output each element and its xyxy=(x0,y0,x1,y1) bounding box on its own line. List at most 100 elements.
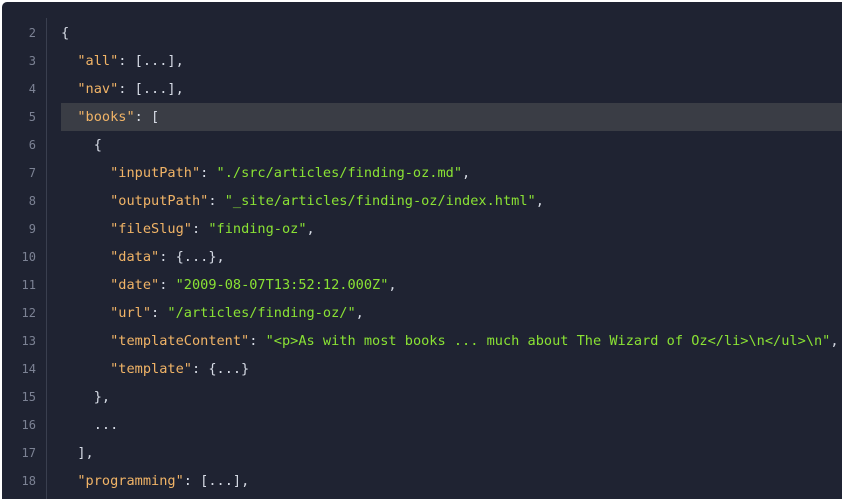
line-content: "url": "/articles/finding-oz/", xyxy=(61,299,364,327)
json-punctuation: : [...], xyxy=(118,53,184,69)
line-number: 5 xyxy=(28,110,36,124)
code-line[interactable]: 15 }, xyxy=(2,383,842,411)
line-number: 16 xyxy=(21,418,36,432)
json-punctuation: : {...} xyxy=(191,361,250,377)
line-number: 4 xyxy=(28,82,36,96)
line-number: 3 xyxy=(28,54,36,68)
line-highlight xyxy=(61,103,842,131)
code-line[interactable]: 16 ... xyxy=(2,411,842,439)
json-punctuation: , xyxy=(830,333,839,349)
line-content: "books": [ xyxy=(61,103,159,131)
json-punctuation: { xyxy=(93,137,102,153)
json-key: "data" xyxy=(110,249,160,265)
json-key: "template" xyxy=(110,361,192,377)
json-key: "books" xyxy=(77,109,135,125)
json-string: "2009-08-07T13:52:12.000Z" xyxy=(175,277,389,293)
line-number: 17 xyxy=(21,446,36,460)
code-line[interactable]: 4 "nav": [...], xyxy=(2,75,842,103)
json-punctuation: , xyxy=(355,305,364,321)
line-content: "templateContent": "<p>As with most book… xyxy=(61,327,839,355)
json-key: "outputPath" xyxy=(110,193,209,209)
code-line[interactable]: 13 "templateContent": "<p>As with most b… xyxy=(2,327,842,355)
json-punctuation: ], xyxy=(77,445,94,461)
line-number: 18 xyxy=(21,474,36,488)
json-punctuation: ... xyxy=(93,417,119,433)
json-key: "date" xyxy=(110,277,160,293)
json-punctuation: , xyxy=(388,277,397,293)
json-string: "_site/articles/finding-oz/index.html" xyxy=(224,193,536,209)
json-punctuation: : xyxy=(200,165,217,181)
line-content: ... xyxy=(61,411,119,439)
json-key: "programming" xyxy=(77,473,184,489)
line-content: "fileSlug": "finding-oz", xyxy=(61,215,315,243)
line-number: 7 xyxy=(28,166,36,180)
code-line[interactable]: 14 "template": {...} xyxy=(2,355,842,383)
json-string: "finding-oz" xyxy=(208,221,307,237)
line-number: 11 xyxy=(21,278,36,292)
json-punctuation: : xyxy=(191,221,209,237)
json-punctuation: : xyxy=(159,277,176,293)
code-line[interactable]: 9 "fileSlug": "finding-oz", xyxy=(2,215,842,243)
code-line[interactable]: 8 "outputPath": "_site/articles/finding-… xyxy=(2,187,842,215)
json-key: "inputPath" xyxy=(110,165,201,181)
line-content: "outputPath": "_site/articles/finding-oz… xyxy=(61,187,544,215)
code-line[interactable]: 3 "all": [...], xyxy=(2,47,842,75)
json-punctuation: , xyxy=(462,165,471,181)
json-key: "fileSlug" xyxy=(110,221,192,237)
json-key: "templateContent" xyxy=(110,333,250,349)
line-content: "programming": [...], xyxy=(61,467,249,495)
line-number: 14 xyxy=(21,362,36,376)
line-content: }, xyxy=(61,383,110,411)
line-number: 10 xyxy=(21,250,36,264)
json-punctuation: : [...], xyxy=(183,473,250,489)
json-key: "nav" xyxy=(77,81,119,97)
code-line[interactable]: 7 "inputPath": "./src/articles/finding-o… xyxy=(2,159,842,187)
line-number: 13 xyxy=(21,334,36,348)
code-line[interactable]: 11 "date": "2009-08-07T13:52:12.000Z", xyxy=(2,271,842,299)
code-line[interactable]: 10 "data": {...}, xyxy=(2,243,842,271)
json-punctuation: : [ xyxy=(134,109,160,125)
line-content: ], xyxy=(61,439,94,467)
line-content: "date": "2009-08-07T13:52:12.000Z", xyxy=(61,271,397,299)
code-line[interactable]: 12 "url": "/articles/finding-oz/", xyxy=(2,299,842,327)
json-punctuation: , xyxy=(306,221,315,237)
line-number: 12 xyxy=(21,306,36,320)
line-content: "all": [...], xyxy=(61,47,184,75)
code-line[interactable]: 2{ xyxy=(2,19,842,47)
code-line-highlighted[interactable]: 5 "books": [ xyxy=(2,103,842,131)
line-number: 6 xyxy=(28,138,36,152)
line-content: { xyxy=(61,131,102,159)
json-string: "<p>As with most books ... much about Th… xyxy=(265,333,831,349)
json-string: "/articles/finding-oz/" xyxy=(167,305,356,321)
code-line[interactable]: 18 "programming": [...], xyxy=(2,467,842,495)
code-editor: 2{3 "all": [...], 4 "nav": [...], 5 "books… xyxy=(2,2,842,499)
line-number: 15 xyxy=(21,390,36,404)
json-punctuation: , xyxy=(535,193,544,209)
json-punctuation: : xyxy=(249,333,266,349)
line-content: { xyxy=(61,19,69,47)
json-punctuation: : [...], xyxy=(118,81,184,97)
json-punctuation: { xyxy=(61,25,70,41)
json-punctuation: : {...}, xyxy=(159,249,225,265)
json-punctuation: : xyxy=(151,305,168,321)
code-block: 2{3 "all": [...], 4 "nav": [...], 5 "books… xyxy=(2,19,842,495)
json-punctuation: }, xyxy=(93,389,111,405)
code-line[interactable]: 17 ], xyxy=(2,439,842,467)
line-content: "nav": [...], xyxy=(61,75,184,103)
json-key: "url" xyxy=(110,305,152,321)
json-key: "all" xyxy=(77,53,119,69)
code-line[interactable]: 6 { xyxy=(2,131,842,159)
